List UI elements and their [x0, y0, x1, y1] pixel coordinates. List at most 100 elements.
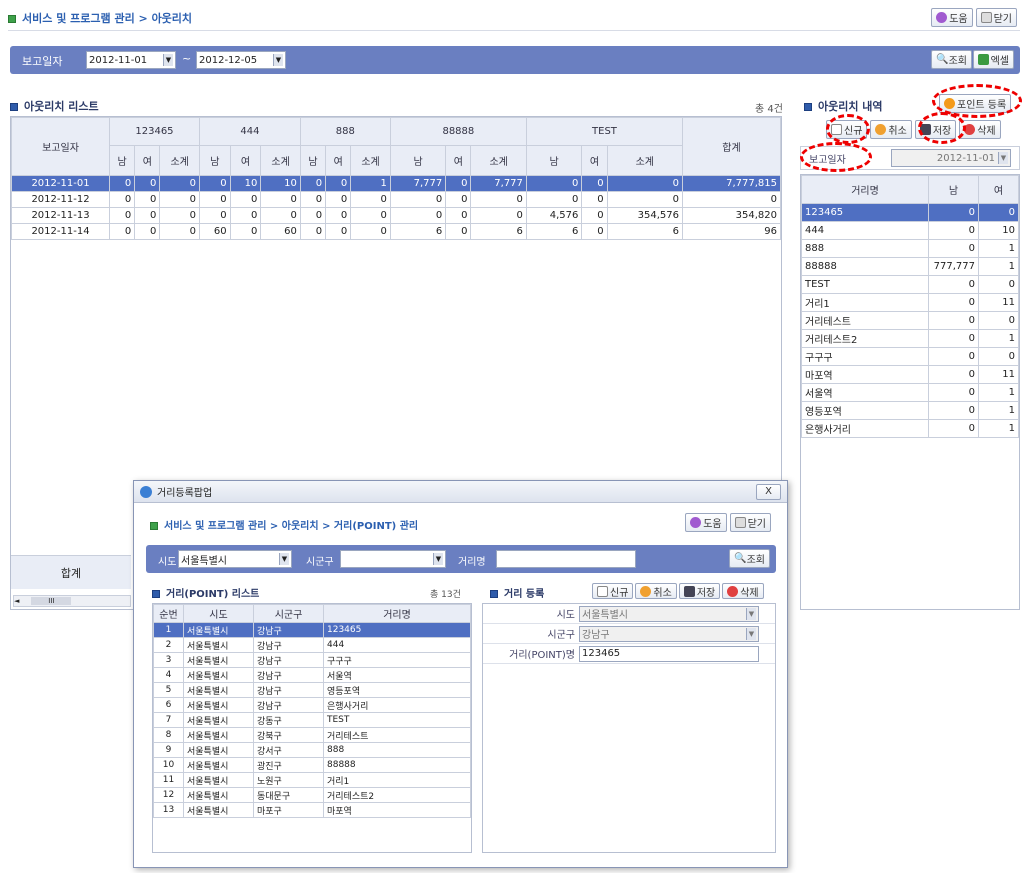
street-cell: 은행사거리	[801, 419, 929, 438]
help-button[interactable]: 도움	[931, 8, 973, 27]
point-row[interactable]: 3 서울특별시 강남구 구구구	[153, 652, 471, 668]
value-cell: 0	[260, 207, 301, 224]
point-cell: 동대문구	[253, 787, 324, 803]
cancel-icon	[640, 585, 652, 597]
sido-header: 시도	[183, 604, 254, 623]
point-row[interactable]: 7 서울특별시 강동구 TEST	[153, 712, 471, 728]
detail-row[interactable]: 123465 0 0	[801, 203, 1019, 222]
value-cell: 60	[198, 223, 231, 240]
point-cell: 강남구	[253, 637, 324, 653]
point-row[interactable]: 1 서울특별시 강남구 123465	[153, 622, 471, 638]
date-from-select[interactable]: 2012-11-01 ▼	[86, 51, 176, 69]
table-row[interactable]: 2012-11-14 0 0 0 60 0 60 0 0 0 6 0 6 6 0 6 96	[11, 223, 781, 240]
form-name-label: 거리(POINT)명	[509, 650, 575, 661]
date-to-select[interactable]: 2012-12-05 ▼	[196, 51, 286, 69]
value-cell: 7,777	[470, 175, 527, 192]
detail-row[interactable]: 서울역 0 1	[801, 383, 1019, 402]
form-sigungu-select[interactable]: 강남구 ▼	[579, 625, 759, 642]
point-cell: 8	[153, 727, 184, 743]
sub-header: 남	[299, 145, 327, 176]
value-cell: 0	[134, 175, 161, 192]
street-cell: 서울역	[801, 383, 929, 402]
detail-row[interactable]: 거리1 0 11	[801, 293, 1019, 312]
close-button[interactable]: 닫기	[975, 8, 1017, 27]
detail-row[interactable]: 마포역 0 11	[801, 365, 1019, 384]
detail-row[interactable]: 거리테스트 0 0	[801, 311, 1019, 330]
value-cell: 1	[350, 175, 391, 192]
value-cell: 6	[389, 223, 447, 240]
count-cell: 0	[978, 275, 1019, 294]
value-cell: 6	[470, 223, 527, 240]
point-cell: 강남구	[253, 622, 324, 638]
form-new-button[interactable]: 신규	[592, 583, 634, 599]
form-save-button[interactable]: 저장	[678, 583, 721, 599]
query-button[interactable]: 🔍 조회	[931, 50, 972, 69]
detail-row[interactable]: 거리테스트2 0 1	[801, 329, 1019, 348]
point-cell: 444	[323, 637, 471, 653]
chevron-down-icon: ▼	[163, 54, 173, 66]
sigungu-select[interactable]: ▼	[340, 550, 446, 568]
scroll-thumb[interactable]: III	[31, 597, 72, 605]
sub-header: 소계	[159, 145, 200, 176]
count-cell: 11	[978, 365, 1019, 384]
value-cell: 0	[159, 207, 200, 224]
point-row[interactable]: 8 서울특별시 강북구 거리테스트	[153, 727, 471, 743]
detail-row[interactable]: TEST 0 0	[801, 275, 1019, 294]
close-icon	[734, 517, 746, 528]
horizontal-scrollbar[interactable]: ◄ III	[13, 595, 131, 607]
sub-header: 여	[134, 145, 161, 176]
outreach-table: 보고일자 123465 444 888 88888 TEST 합계 남 여 소계 남 여…	[11, 117, 781, 240]
highlight-annotation	[826, 114, 870, 144]
female-header: 여	[978, 175, 1019, 204]
section-bullet-icon	[490, 590, 498, 598]
point-cell: 11	[153, 772, 184, 788]
table-row[interactable]: 2012-11-01 0 0 0 0 10 10 0 0 1 7,777 0 7,777 0 0 0 7,777…	[11, 175, 781, 192]
cancel-button[interactable]: 취소	[870, 120, 912, 139]
street-name-input[interactable]	[496, 550, 636, 568]
form-delete-button[interactable]: 삭제	[722, 583, 764, 599]
point-row[interactable]: 10 서울특별시 광진구 88888	[153, 757, 471, 773]
point-row[interactable]: 9 서울특별시 강서구 888	[153, 742, 471, 758]
value-cell: 0	[606, 175, 684, 192]
point-cell: 서울역	[323, 667, 471, 683]
detail-date-select[interactable]: 2012-11-01 ▼	[891, 149, 1011, 167]
table-row[interactable]: 2012-11-12 0 0 0 0 0 0 0 0 0 0 0 0 0 0 0 0	[11, 191, 781, 208]
point-row[interactable]: 2 서울특별시 강남구 444	[153, 637, 471, 653]
table-row[interactable]: 2012-11-13 0 0 0 0 0 0 0 0 0 0 0 0 4,576 0 354,576 354,8…	[11, 207, 781, 224]
form-name-input[interactable]: 123465	[579, 645, 759, 662]
detail-row[interactable]: 444 0 10	[801, 221, 1019, 240]
count-cell: 0	[978, 311, 1019, 330]
sido-select[interactable]: 서울특별시 ▼	[178, 550, 292, 568]
count-cell: 0	[928, 401, 979, 420]
value-cell: 60	[260, 223, 301, 240]
count-cell: 0	[928, 203, 979, 222]
date-cell: 2012-11-14	[11, 223, 110, 240]
point-row[interactable]: 6 서울특별시 강남구 은행사거리	[153, 697, 471, 713]
popup-close-x-button[interactable]: X	[756, 483, 781, 500]
popup-query-button[interactable]: 🔍 조회	[729, 549, 770, 568]
excel-button[interactable]: 엑셀	[972, 50, 1014, 69]
point-row[interactable]: 11 서울특별시 노원구 거리1	[153, 772, 471, 788]
detail-row[interactable]: 은행사거리 0 1	[801, 419, 1019, 438]
popup-help-button[interactable]: 도움	[685, 513, 727, 532]
cancel-icon	[875, 124, 887, 135]
detail-row[interactable]: 구구구 0 0	[801, 347, 1019, 366]
point-row[interactable]: 5 서울특별시 강남구 영등포역	[153, 682, 471, 698]
count-cell: 0	[928, 239, 979, 258]
point-cell: 강서구	[253, 742, 324, 758]
form-cancel-button[interactable]: 취소	[635, 583, 677, 599]
popup-close-button[interactable]: 닫기	[729, 513, 771, 532]
detail-row[interactable]: 영등포역 0 1	[801, 401, 1019, 420]
count-cell: 0	[928, 311, 979, 330]
form-sido-select[interactable]: 서울특별시 ▼	[579, 605, 759, 622]
point-row[interactable]: 13 서울특별시 마포구 마포역	[153, 802, 471, 818]
point-row[interactable]: 4 서울특별시 강남구 서울역	[153, 667, 471, 683]
popup-titlebar: 거리등록팝업 X	[134, 481, 787, 503]
detail-row[interactable]: 888 0 1	[801, 239, 1019, 258]
value-cell: 0	[445, 175, 472, 192]
chevron-down-icon: ▼	[433, 553, 443, 565]
point-row[interactable]: 12 서울특별시 동대문구 거리테스트2	[153, 787, 471, 803]
detail-row[interactable]: 88888 777,777 1	[801, 257, 1019, 276]
total-cell: 7,777,815	[682, 175, 781, 192]
count-cell: 0	[928, 275, 979, 294]
